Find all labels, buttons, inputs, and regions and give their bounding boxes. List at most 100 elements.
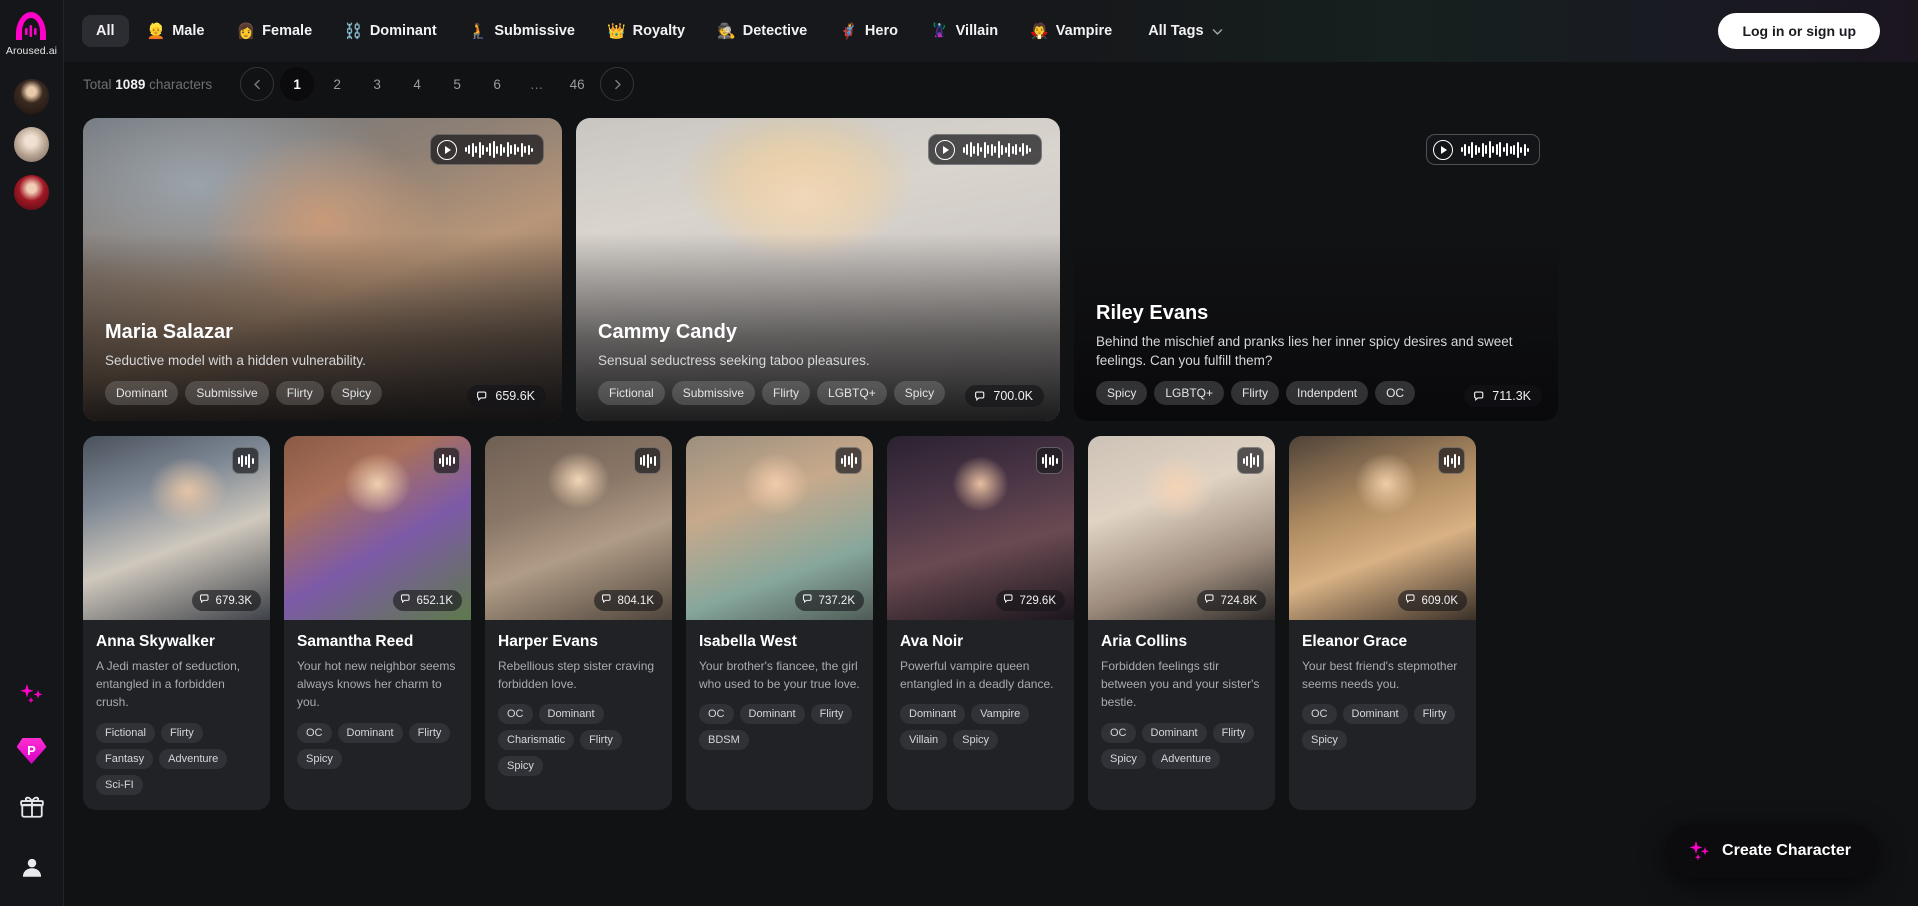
tag[interactable]: OC xyxy=(1101,722,1136,743)
tab-detective[interactable]: 🕵️ Detective xyxy=(703,15,821,47)
tag[interactable]: OC xyxy=(699,704,734,725)
pagination-page-4[interactable]: 4 xyxy=(400,67,434,101)
audio-preview-button[interactable] xyxy=(433,447,460,474)
tag[interactable]: Spicy xyxy=(1096,381,1148,405)
pagination-next-button[interactable] xyxy=(600,67,635,101)
create-character-button[interactable]: Create Character xyxy=(1666,824,1878,878)
tab-all[interactable]: All xyxy=(82,15,129,47)
audio-preview-player[interactable] xyxy=(1425,134,1540,165)
tag[interactable]: Flirty xyxy=(1212,722,1255,743)
audio-preview-button[interactable] xyxy=(1036,447,1063,474)
tab-royalty[interactable]: 👑 Royalty xyxy=(593,15,699,47)
tag[interactable]: OC xyxy=(297,722,332,743)
featured-card-maria-salazar[interactable]: Maria Salazar Seductive model with a hid… xyxy=(83,118,562,421)
tag[interactable]: LGBTQ+ xyxy=(817,381,887,405)
audio-preview-button[interactable] xyxy=(835,447,862,474)
pagination-page-last[interactable]: 46 xyxy=(560,67,594,101)
sparkles-icon[interactable] xyxy=(15,678,49,712)
tag[interactable]: Sci-FI xyxy=(96,774,143,795)
tab-male[interactable]: 👱 Male xyxy=(133,15,219,47)
tag[interactable]: Fictional xyxy=(96,722,155,743)
tag[interactable]: Spicy xyxy=(297,748,342,769)
tag[interactable]: Spicy xyxy=(1302,730,1347,751)
all-tags-dropdown[interactable]: All Tags xyxy=(1136,15,1235,47)
tag[interactable]: Flirty xyxy=(810,704,853,725)
tag[interactable]: OC xyxy=(1302,704,1337,725)
tag[interactable]: Spicy xyxy=(330,381,383,405)
tag[interactable]: Spicy xyxy=(953,730,999,751)
gift-icon[interactable] xyxy=(15,790,49,824)
tag[interactable]: Flirty xyxy=(1231,381,1280,405)
tag[interactable]: Dominant xyxy=(1342,704,1408,725)
tab-female[interactable]: 👩 Female xyxy=(222,15,326,47)
pagination-page-5[interactable]: 5 xyxy=(440,67,474,101)
pagination-page-3[interactable]: 3 xyxy=(360,67,394,101)
tag[interactable]: Flirty xyxy=(160,722,203,743)
character-card-isabella-west[interactable]: 737.2K Isabella West Your brother's fian… xyxy=(686,436,873,810)
tag[interactable]: Fictional xyxy=(598,381,665,405)
play-icon[interactable] xyxy=(1432,139,1453,160)
tag[interactable]: Dominant xyxy=(538,704,604,725)
audio-preview-player[interactable] xyxy=(429,134,544,165)
tag[interactable]: Dominant xyxy=(1141,722,1207,743)
login-signup-button[interactable]: Log in or sign up xyxy=(1718,13,1880,49)
featured-card-cammy-candy[interactable]: Cammy Candy Sensual seductress seeking t… xyxy=(576,118,1060,421)
tag[interactable]: Flirty xyxy=(408,722,451,743)
tag[interactable]: Fantasy xyxy=(96,748,154,769)
tag[interactable]: Adventure xyxy=(1151,748,1221,769)
featured-card-riley-evans[interactable]: Riley Evans Behind the mischief and pran… xyxy=(1074,118,1558,421)
tag[interactable]: BDSM xyxy=(699,730,749,751)
sidebar-avatar-3[interactable] xyxy=(14,175,49,210)
tag[interactable]: Dominant xyxy=(105,381,179,405)
tab-submissive[interactable]: 🧎 Submissive xyxy=(455,15,589,47)
tag[interactable]: Dominant xyxy=(739,704,805,725)
tag[interactable]: Vampire xyxy=(971,704,1030,725)
audio-preview-button[interactable] xyxy=(1237,447,1264,474)
tag[interactable]: OC xyxy=(498,704,533,725)
tag[interactable]: Charismatic xyxy=(498,730,575,751)
tag[interactable]: Spicy xyxy=(1101,748,1146,769)
tab-dominant[interactable]: ⛓️ Dominant xyxy=(330,15,451,47)
tag[interactable]: Submissive xyxy=(671,381,756,405)
audio-preview-button[interactable] xyxy=(1438,447,1465,474)
tag[interactable]: Flirty xyxy=(580,730,622,751)
sidebar-avatar-1[interactable] xyxy=(14,79,49,114)
tag[interactable]: Spicy xyxy=(893,381,946,405)
pagination-page-2[interactable]: 2 xyxy=(320,67,354,101)
audio-preview-player[interactable] xyxy=(927,134,1042,165)
tag[interactable]: OC xyxy=(1375,381,1416,405)
chat-count-badge: 737.2K xyxy=(794,590,864,611)
tag[interactable]: Flirty xyxy=(762,381,811,405)
play-icon[interactable] xyxy=(436,139,457,160)
tag[interactable]: Spicy xyxy=(498,756,543,777)
card-content: Aria Collins Forbidden feelings stir bet… xyxy=(1088,620,1275,784)
sidebar-avatar-2[interactable] xyxy=(14,127,49,162)
character-card-eleanor-grace[interactable]: 609.0K Eleanor Grace Your best friend's … xyxy=(1289,436,1476,810)
premium-diamond-icon[interactable]: P xyxy=(16,738,47,764)
character-card-anna-skywalker[interactable]: 679.3K Anna Skywalker A Jedi master of s… xyxy=(83,436,270,810)
tag[interactable]: Flirty xyxy=(275,381,324,405)
tag[interactable]: Submissive xyxy=(185,381,269,405)
character-card-ava-noir[interactable]: 729.6K Ava Noir Powerful vampire queen e… xyxy=(887,436,1074,810)
audio-preview-button[interactable] xyxy=(232,447,259,474)
tag[interactable]: Dominant xyxy=(900,704,966,725)
tag[interactable]: Flirty xyxy=(1413,704,1456,725)
tab-villain[interactable]: 🦹 Villain xyxy=(916,15,1012,47)
play-icon[interactable] xyxy=(934,139,955,160)
pagination-page-1[interactable]: 1 xyxy=(280,67,315,101)
tag[interactable]: Adventure xyxy=(159,748,228,769)
audio-preview-button[interactable] xyxy=(634,447,661,474)
tag[interactable]: Dominant xyxy=(337,722,403,743)
pagination-prev-button[interactable] xyxy=(240,67,275,101)
brand-logo[interactable]: Aroused.ai xyxy=(6,10,57,57)
user-profile-icon[interactable] xyxy=(15,850,49,884)
character-card-harper-evans[interactable]: 804.1K Harper Evans Rebellious step sist… xyxy=(485,436,672,810)
pagination-page-6[interactable]: 6 xyxy=(480,67,514,101)
character-card-aria-collins[interactable]: 724.8K Aria Collins Forbidden feelings s… xyxy=(1088,436,1275,810)
tab-vampire[interactable]: 🧛 Vampire xyxy=(1016,15,1126,47)
tab-hero[interactable]: 🦸 Hero xyxy=(825,15,912,47)
tag[interactable]: Villain xyxy=(900,730,948,751)
tag[interactable]: Indenpdent xyxy=(1286,381,1369,405)
character-card-samantha-reed[interactable]: 652.1K Samantha Reed Your hot new neighb… xyxy=(284,436,471,810)
tag[interactable]: LGBTQ+ xyxy=(1154,381,1225,405)
